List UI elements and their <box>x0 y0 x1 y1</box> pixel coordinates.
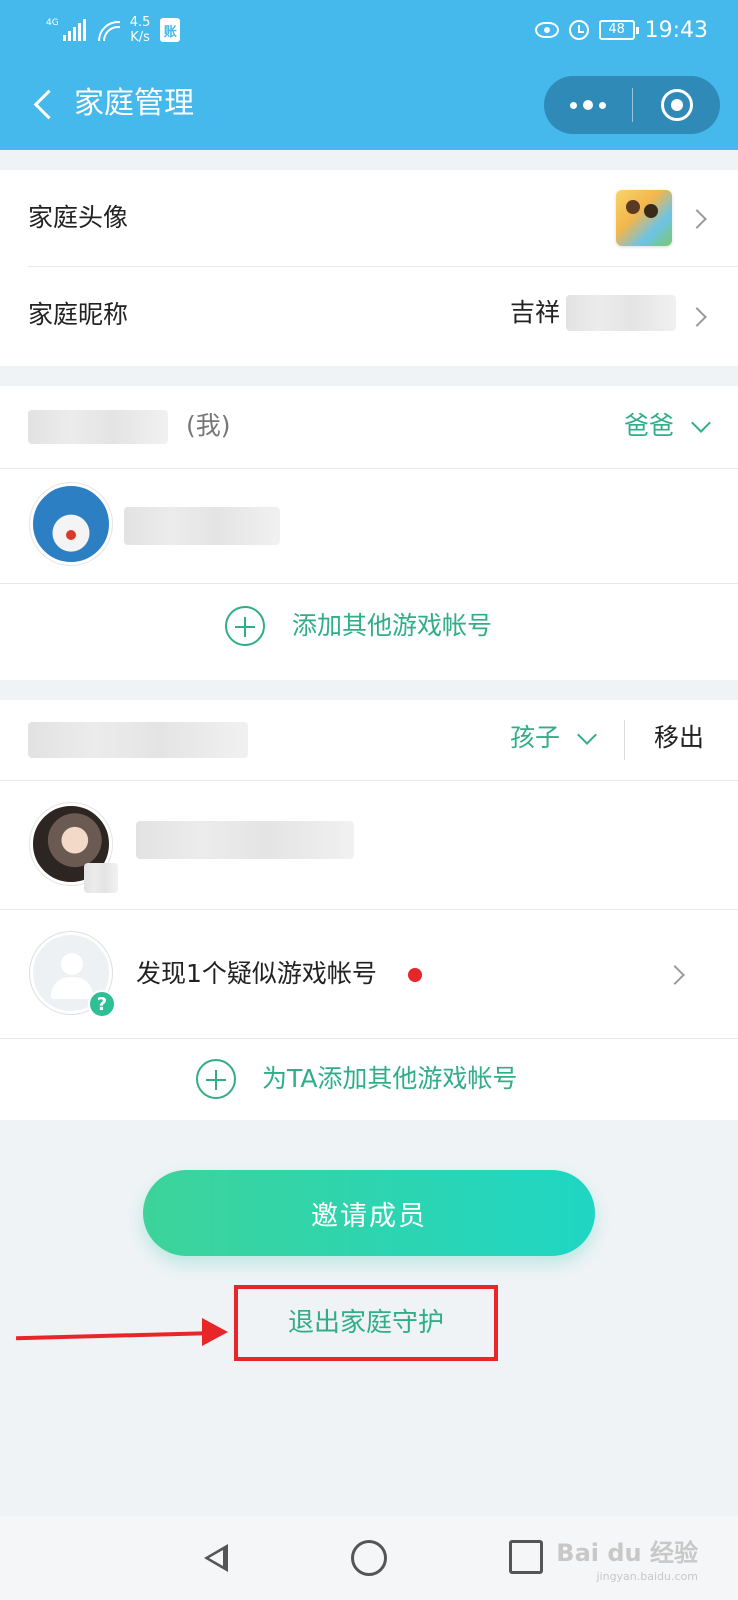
eye-comfort-icon <box>534 22 559 38</box>
role-value: 孩子 <box>510 723 561 752</box>
exit-family-guard-button[interactable]: 退出家庭守护 <box>234 1285 498 1361</box>
target-circle-icon <box>660 89 693 121</box>
suspected-account-row[interactable]: ? 发现1个疑似游戏帐号 <box>0 910 738 1038</box>
dot-icon <box>599 101 606 109</box>
annotation-arrow-head-icon <box>202 1318 228 1346</box>
system-nav-bar: Bai du 经验 jingyan.baidu.com <box>0 1516 738 1600</box>
mini-program-capsule <box>544 76 720 134</box>
close-mini-program-button[interactable] <box>633 76 720 134</box>
question-mark-icon: ? <box>88 990 116 1018</box>
self-tag: (我) <box>186 411 231 440</box>
alarm-icon <box>568 20 589 40</box>
status-bar: 4G 4.5 K/s 账 48 19:43 <box>0 0 738 60</box>
app-notification-icon: 账 <box>160 18 181 42</box>
header-divider <box>624 720 625 760</box>
family-nickname-label: 家庭昵称 <box>28 300 129 329</box>
chevron-down-icon <box>577 725 597 745</box>
title-bar: 家庭管理 <box>0 60 738 150</box>
member-card-self: (我) 爸爸 添加其他游戏帐号 <box>0 386 738 680</box>
family-nickname-row[interactable]: 家庭昵称 吉祥 <box>0 267 738 366</box>
game-account-row[interactable] <box>0 469 738 583</box>
nav-recent-apps-icon[interactable] <box>509 1540 543 1574</box>
annotation-arrow-line <box>16 1331 217 1341</box>
network-speed: 4.5 K/s <box>129 15 151 45</box>
redacted-member-name <box>28 410 168 444</box>
redacted-account-name <box>124 507 280 545</box>
battery-icon: 48 <box>598 20 639 40</box>
wifi-icon <box>95 19 120 41</box>
redacted-account-name <box>136 821 354 859</box>
nav-back-icon[interactable] <box>196 1538 236 1578</box>
redacted-region <box>566 295 676 331</box>
member-header: (我) 爸爸 <box>0 386 738 468</box>
remove-member-button[interactable]: 移出 <box>654 720 704 756</box>
add-account-label: 为TA添加其他游戏帐号 <box>262 1064 518 1093</box>
chevron-down-icon <box>691 413 711 433</box>
suspected-account-text: 发现1个疑似游戏帐号 <box>136 959 377 988</box>
family-avatar-row[interactable]: 家庭头像 <box>0 170 738 266</box>
chevron-right-icon <box>665 965 685 985</box>
network-type: 4G <box>46 18 59 28</box>
family-nickname-value: 吉祥 <box>509 298 560 327</box>
family-avatar-label: 家庭头像 <box>28 203 129 232</box>
redacted-region <box>84 863 118 893</box>
add-game-account-button[interactable]: 添加其他游戏帐号 <box>0 584 738 680</box>
watermark-url: jingyan.baidu.com <box>596 1570 698 1583</box>
plus-circle-icon <box>225 606 265 646</box>
cellular-signal-icon: 4G <box>46 19 86 41</box>
family-settings-card: 家庭头像 家庭昵称 吉祥 <box>0 170 738 366</box>
family-avatar-image <box>616 190 672 246</box>
page-title: 家庭管理 <box>74 86 194 121</box>
avatar <box>30 483 112 565</box>
dot-icon <box>583 100 593 110</box>
nav-home-icon[interactable] <box>351 1540 387 1576</box>
clock: 19:43 <box>644 17 708 43</box>
member-card-child: 孩子 移出 ? 发现1个疑似游戏帐号 为TA添加其他游戏帐号 <box>0 700 738 1120</box>
unread-dot-icon <box>408 968 422 982</box>
watermark-brand: Bai du 经验 <box>556 1539 698 1567</box>
back-arrow-icon[interactable] <box>26 86 62 122</box>
chevron-right-icon <box>687 209 707 229</box>
redacted-member-name <box>28 722 248 758</box>
role-value: 爸爸 <box>624 411 675 440</box>
add-game-account-button[interactable]: 为TA添加其他游戏帐号 <box>0 1039 738 1120</box>
add-account-label: 添加其他游戏帐号 <box>292 611 493 640</box>
game-account-row[interactable] <box>0 781 738 909</box>
dot-icon <box>570 101 577 109</box>
invite-member-button[interactable]: 邀请成员 <box>143 1170 595 1256</box>
member-header: 孩子 移出 <box>0 700 738 780</box>
more-options-button[interactable] <box>544 76 632 134</box>
chevron-right-icon <box>687 307 707 327</box>
plus-circle-icon <box>196 1059 236 1099</box>
